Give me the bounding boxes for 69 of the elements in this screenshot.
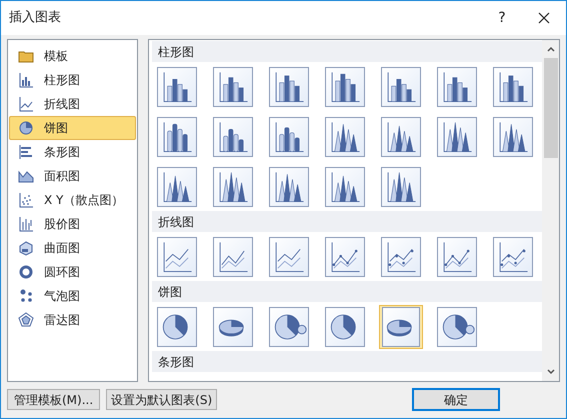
chart-thumbnail[interactable]	[379, 305, 423, 349]
stock-chart-icon	[18, 216, 34, 232]
chart-thumbnail[interactable]	[379, 235, 423, 279]
chart-thumbnail[interactable]	[155, 305, 199, 349]
chart-thumbnail[interactable]	[435, 65, 479, 109]
chart-type-item[interactable]: 面积图	[9, 164, 136, 188]
chart-thumbnail[interactable]	[435, 115, 479, 159]
scatter-chart-icon	[18, 192, 34, 208]
chart-thumbnail[interactable]	[323, 65, 367, 109]
chart-thumbnail[interactable]	[267, 165, 311, 209]
pie-chart-icon	[18, 120, 34, 136]
chart-type-item[interactable]: 圆环图	[9, 260, 136, 284]
scrollbar[interactable]	[542, 40, 559, 381]
chart-thumbnail[interactable]	[435, 305, 479, 349]
chart-type-item[interactable]: 模板	[9, 44, 136, 68]
chart-thumbnail[interactable]	[155, 65, 199, 109]
chart-thumbnail[interactable]	[267, 115, 311, 159]
chart-thumbnail[interactable]	[155, 165, 199, 209]
chart-thumbnail[interactable]	[155, 115, 199, 159]
chart-thumbnail[interactable]	[323, 165, 367, 209]
chart-thumbnail[interactable]	[155, 235, 199, 279]
doughnut-chart-icon	[18, 264, 34, 280]
chart-thumbnail[interactable]	[267, 305, 311, 349]
ok-button[interactable]: 确定	[412, 388, 500, 411]
bar-chart-icon	[18, 144, 34, 160]
radar-chart-icon	[18, 312, 34, 328]
column-chart-icon	[18, 72, 34, 88]
scroll-thumb[interactable]	[544, 58, 558, 158]
chart-thumbnail[interactable]	[323, 235, 367, 279]
manage-templates-button[interactable]: 管理模板(M)...	[7, 389, 100, 410]
chart-type-item[interactable]: 柱形图	[9, 68, 136, 92]
chart-thumbnail[interactable]	[211, 115, 255, 159]
chart-thumbnail[interactable]	[379, 115, 423, 159]
area-chart-icon	[18, 168, 34, 184]
chart-thumbnail[interactable]	[491, 65, 535, 109]
chart-thumbnail[interactable]	[379, 165, 423, 209]
chart-type-item[interactable]: 气泡图	[9, 284, 136, 308]
chart-thumbnail[interactable]	[211, 165, 255, 209]
set-default-chart-button[interactable]: 设置为默认图表(S)	[106, 389, 218, 410]
chart-type-item[interactable]: 股价图	[9, 212, 136, 236]
chart-type-item[interactable]: 折线图	[9, 92, 136, 116]
chart-thumbnail[interactable]	[379, 65, 423, 109]
chart-type-item[interactable]: 雷达图	[9, 308, 136, 332]
section-header: 饼图	[152, 281, 542, 302]
chart-thumbnail[interactable]	[211, 65, 255, 109]
chart-thumbnail[interactable]	[323, 305, 367, 349]
section-header: 柱形图	[152, 41, 542, 62]
help-button[interactable]: ?	[482, 3, 522, 33]
window-title: 插入图表	[9, 9, 61, 28]
chart-type-item[interactable]: 条形图	[9, 140, 136, 164]
chart-thumbnail[interactable]	[211, 305, 255, 349]
chart-thumbnail[interactable]	[267, 65, 311, 109]
chart-thumbnail[interactable]	[323, 115, 367, 159]
chart-thumbnail[interactable]	[267, 235, 311, 279]
chart-type-item[interactable]: 饼图	[9, 116, 136, 140]
chart-thumbnail[interactable]	[491, 235, 535, 279]
bubble-chart-icon	[18, 288, 34, 304]
chart-type-item[interactable]: 曲面图	[9, 236, 136, 260]
section-header: 条形图	[152, 351, 542, 372]
chart-type-item[interactable]: X Y（散点图）	[9, 188, 136, 212]
scroll-up-icon	[546, 46, 554, 52]
surface-chart-icon	[18, 240, 34, 256]
scroll-down-icon	[546, 369, 554, 375]
section-header: 折线图	[152, 211, 542, 232]
close-icon	[538, 12, 550, 24]
chart-thumbnail[interactable]	[211, 235, 255, 279]
line-chart-icon	[18, 96, 34, 112]
chart-thumbnail[interactable]	[435, 235, 479, 279]
chart-thumbnail[interactable]	[491, 115, 535, 159]
